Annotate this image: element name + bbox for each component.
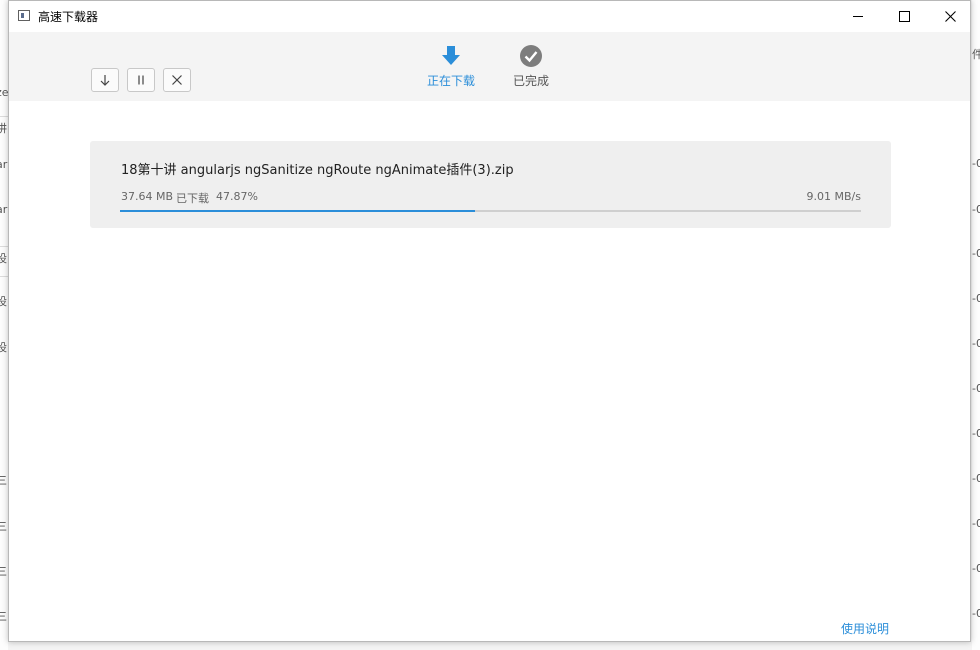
tab-completed[interactable]: 已完成 [496, 44, 566, 94]
background-window-right: 件 -0 -0 -0 -0 -0 -0 -0 -0 -0 -0 -0 [972, 0, 980, 650]
bg-text: 件 [972, 48, 980, 61]
app-icon [18, 10, 30, 21]
bg-text: 讲 [0, 122, 7, 135]
bg-text: 三 [0, 474, 7, 487]
bg-text: 三 [0, 565, 7, 578]
downloaded-size: 37.64 MB [121, 190, 174, 203]
bg-text: -0 [972, 292, 980, 305]
title-bar[interactable]: 高速下载器 [9, 1, 970, 32]
help-link[interactable]: 使用说明 [841, 620, 889, 637]
bg-text: 设 [0, 295, 7, 308]
toolbar: 正在下载 已完成 [9, 32, 970, 101]
download-item[interactable]: 18第十讲 angularjs ngSanitize ngRoute ngAni… [90, 141, 891, 228]
bg-text: -0 [972, 562, 980, 575]
bg-text: -0 [972, 247, 980, 260]
check-circle-icon [520, 45, 542, 67]
progress-fill [120, 210, 475, 212]
tab-downloading[interactable]: 正在下载 [416, 44, 486, 94]
close-window-button[interactable] [927, 1, 973, 32]
bg-text: -0 [972, 427, 980, 440]
cancel-download-button[interactable] [163, 68, 191, 92]
download-arrow-icon [442, 46, 460, 65]
pause-button[interactable] [127, 68, 155, 92]
tab-completed-label: 已完成 [512, 74, 549, 88]
bg-text: -0 [972, 203, 980, 216]
download-speed: 9.01 MB/s [806, 190, 861, 203]
downloader-window: 高速下载器 正在下载 已完成 18第十讲 angularjs ngSanitiz… [8, 0, 971, 642]
maximize-icon [898, 11, 910, 22]
progress-bar [120, 210, 861, 212]
download-status: 已下载 [176, 192, 209, 205]
bg-text: -0 [972, 337, 980, 350]
bg-text: -0 [972, 472, 980, 485]
pause-icon [138, 75, 144, 85]
minimize-icon [853, 16, 863, 17]
bg-text: 设 [0, 341, 7, 354]
close-icon [944, 11, 956, 22]
minimize-button[interactable] [835, 1, 881, 32]
maximize-button[interactable] [881, 1, 927, 32]
tab-downloading-label: 正在下载 [426, 74, 475, 88]
background-window-left: ze 讲 ar ar 设 设 设 - - 三 三 三 三 [0, 0, 8, 650]
bg-text: -0 [972, 517, 980, 530]
bg-text: 设 [0, 252, 7, 265]
file-name: 18第十讲 angularjs ngSanitize ngRoute ngAni… [121, 163, 514, 178]
bg-text: 三 [0, 610, 7, 623]
bg-text: ze [0, 86, 8, 99]
start-download-button[interactable] [91, 68, 119, 92]
close-icon [172, 75, 182, 85]
arrow-down-icon [100, 75, 110, 86]
bg-text: ar [0, 158, 8, 171]
bg-text: 三 [0, 520, 7, 533]
download-percent: 47.87% [216, 190, 258, 203]
bg-text: -0 [972, 382, 980, 395]
bg-text: ar [0, 203, 8, 216]
window-title: 高速下载器 [38, 10, 99, 24]
bg-text: -0 [972, 157, 980, 170]
bg-text: -0 [972, 607, 980, 620]
